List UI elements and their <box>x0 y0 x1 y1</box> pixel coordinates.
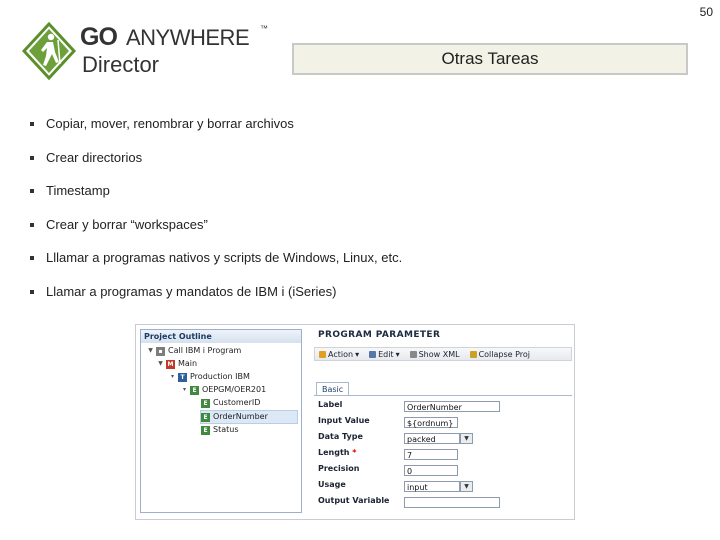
logo-anywhere: ANYWHERE <box>126 25 250 50</box>
tree-item[interactable]: ▼ M Main <box>157 358 197 370</box>
collapse-icon <box>469 350 477 358</box>
tree-item[interactable]: ▼ ▪ Call IBM i Program <box>147 345 241 357</box>
task-icon: T <box>178 372 187 382</box>
output-variable-field[interactable] <box>404 497 500 508</box>
edit-icon <box>369 350 377 358</box>
bullet-item: Llamar a programas y mandatos de IBM i (… <box>30 284 402 318</box>
goanywhere-logo: GO ANYWHERE ™ Director <box>21 21 272 81</box>
collapse-icon[interactable]: ▾ <box>181 384 188 396</box>
input-value-field[interactable]: ${ordnum} <box>404 417 458 428</box>
tab-divider <box>314 395 572 396</box>
bullet-icon <box>30 289 34 294</box>
label-field[interactable]: OrderNumber <box>404 401 500 412</box>
element-icon: E <box>201 398 210 408</box>
usage-select[interactable]: input <box>404 481 460 492</box>
bullet-item: Timestamp <box>30 183 402 217</box>
bullet-item: Lllamar a programas nativos y scripts de… <box>30 250 402 284</box>
bullet-icon <box>30 189 34 193</box>
tab-basic[interactable]: Basic <box>316 382 350 396</box>
edit-menu[interactable]: Edit ▾ <box>369 350 400 359</box>
label-label: Label <box>318 400 343 409</box>
bullet-icon <box>30 256 34 260</box>
bullet-icon <box>30 155 34 160</box>
collapse-project-button[interactable]: Collapse Proj <box>469 350 530 359</box>
show-xml-button[interactable]: Show XML <box>409 350 460 359</box>
bullet-item: Crear y borrar “workspaces” <box>30 217 402 251</box>
tree-item[interactable]: ▾ T Production IBM <box>169 371 250 383</box>
tree-item-selected[interactable]: E OrderNumber <box>200 410 298 424</box>
data-type-label: Data Type <box>318 432 363 441</box>
logo-trademark: ™ <box>260 24 268 33</box>
tree-item[interactable]: E Status <box>201 424 239 436</box>
action-menu[interactable]: Action ▾ <box>319 350 359 359</box>
program-icon: ▪ <box>156 346 165 356</box>
bullet-icon <box>30 222 34 227</box>
precision-field[interactable]: 0 <box>404 465 458 476</box>
slide-title-box: Otras Tareas <box>292 43 688 75</box>
page-number: 50 <box>699 5 713 19</box>
collapse-icon[interactable]: ▾ <box>169 371 176 383</box>
project-outline-panel: Project Outline ▼ ▪ Call IBM i Program ▼… <box>140 329 302 513</box>
module-icon: M <box>166 359 175 369</box>
collapse-icon[interactable]: ▼ <box>157 358 164 370</box>
chevron-down-icon[interactable]: ▼ <box>460 433 473 444</box>
bullet-item: Crear directorios <box>30 150 402 184</box>
project-outline-title: Project Outline <box>141 330 301 343</box>
output-variable-label: Output Variable <box>318 496 390 505</box>
element-icon: E <box>190 385 199 395</box>
logo-go: GO <box>80 23 118 51</box>
input-value-label: Input Value <box>318 416 370 425</box>
xml-icon <box>409 350 417 358</box>
chevron-down-icon[interactable]: ▼ <box>460 481 473 492</box>
usage-label: Usage <box>318 480 346 489</box>
length-label: Length * <box>318 448 357 457</box>
data-type-select[interactable]: packed <box>404 433 460 444</box>
app-screenshot: Project Outline ▼ ▪ Call IBM i Program ▼… <box>135 324 575 520</box>
bullet-icon <box>30 122 34 126</box>
action-icon <box>319 350 326 358</box>
slide-title: Otras Tareas <box>441 49 539 68</box>
program-parameter-panel: PROGRAM PARAMETER Action ▾ Edit ▾ Show XML… <box>310 327 572 517</box>
precision-label: Precision <box>318 464 360 473</box>
collapse-icon[interactable]: ▼ <box>147 345 154 357</box>
required-marker: * <box>352 448 357 457</box>
parameter-toolbar: Action ▾ Edit ▾ Show XML Collapse Proj <box>314 347 572 361</box>
chevron-down-icon: ▾ <box>395 349 400 359</box>
bullet-list: Copiar, mover, renombrar y borrar archiv… <box>30 116 402 317</box>
element-icon: E <box>201 412 210 422</box>
bullet-item: Copiar, mover, renombrar y borrar archiv… <box>30 116 402 150</box>
chevron-down-icon: ▾ <box>355 349 360 359</box>
program-parameter-title: PROGRAM PARAMETER <box>318 330 441 340</box>
length-field[interactable]: 7 <box>404 449 458 460</box>
tree-item[interactable]: E CustomerID <box>201 397 260 409</box>
element-icon: E <box>201 425 210 435</box>
logo-director: Director <box>82 52 160 77</box>
tree-item[interactable]: ▾ E OEPGM/OER201 <box>181 384 266 396</box>
